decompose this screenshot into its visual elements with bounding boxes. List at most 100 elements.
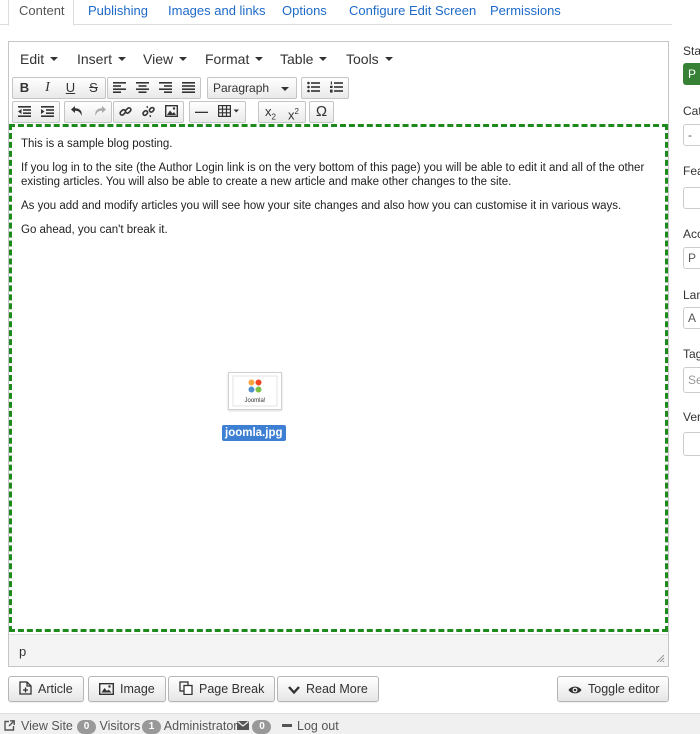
eye-icon [568, 686, 582, 694]
align-left-button[interactable] [108, 78, 131, 98]
toolbar-row-2: — x2 x2 Ω [9, 101, 668, 125]
joomla-image-thumbnail[interactable]: Joomla! [228, 372, 282, 410]
tab-publishing[interactable]: Publishing [88, 2, 148, 28]
horizontal-rule-button[interactable]: — [190, 102, 213, 122]
status-published-button[interactable]: P [683, 63, 700, 85]
featured-toggle[interactable] [683, 187, 700, 209]
bullet-list-button[interactable] [302, 78, 325, 98]
menu-format[interactable]: Format [205, 51, 264, 67]
tab-permissions[interactable]: Permissions [490, 2, 561, 28]
admin-label: Administrator [163, 719, 238, 733]
superscript-digit: 2 [294, 107, 299, 116]
logout-link[interactable]: Log out [282, 719, 339, 733]
administrator-counter: 1 Administrator [142, 719, 237, 734]
resize-grip-icon[interactable] [656, 654, 665, 663]
editor-menubar: Edit Insert View Format Table Tools [9, 42, 668, 76]
outdent-button[interactable] [13, 102, 36, 122]
subscript-digit: 2 [271, 112, 276, 122]
caret-down-icon [50, 57, 59, 61]
undo-icon [70, 106, 82, 116]
table-button[interactable] [213, 102, 245, 122]
menu-edit[interactable]: Edit [20, 51, 59, 67]
redo-icon [94, 106, 106, 116]
script-group: x2 x2 [258, 101, 306, 123]
article-button[interactable]: Article [8, 676, 84, 702]
numbered-list-button[interactable] [325, 78, 348, 98]
tab-options[interactable]: Options [282, 2, 327, 28]
format-select[interactable]: Paragraph [207, 77, 297, 99]
editor-content-area[interactable]: This is a sample blog posting. If you lo… [9, 124, 668, 632]
align-right-button[interactable] [154, 78, 177, 98]
content-paragraph: As you add and modify articles you will … [21, 200, 622, 212]
insert-group [113, 101, 184, 123]
chevron-down-icon [288, 686, 300, 695]
version-note-input[interactable] [683, 432, 700, 456]
tab-content[interactable]: Content [8, 0, 74, 26]
superscript-button[interactable]: x2 [282, 102, 305, 122]
insert-link-button[interactable] [114, 102, 137, 122]
version-note-label: Ver [683, 410, 700, 424]
visitors-counter: 0 Visitors [77, 719, 140, 734]
outdent-icon [18, 106, 31, 117]
read-more-button[interactable]: Read More [277, 676, 379, 702]
undo-button[interactable] [65, 102, 88, 122]
align-center-button[interactable] [131, 78, 154, 98]
element-path[interactable]: p [19, 644, 26, 659]
underline-button[interactable]: U [59, 78, 82, 98]
indent-button[interactable] [36, 102, 59, 122]
language-select[interactable]: A [683, 307, 700, 329]
tab-label: Configure Edit Screen [349, 3, 477, 18]
toggle-editor-button[interactable]: Toggle editor [557, 676, 669, 702]
category-value: - [688, 128, 692, 142]
tab-configure-edit-screen[interactable]: Configure Edit Screen [349, 2, 476, 28]
align-center-icon [136, 82, 149, 93]
menu-label: View [143, 51, 174, 67]
toggle-editor-button-label: Toggle editor [588, 682, 660, 696]
insert-image-button[interactable] [160, 102, 183, 122]
special-char-group: Ω [309, 101, 334, 123]
tags-input[interactable]: Se [683, 367, 700, 393]
messages-link[interactable]: 0 [237, 719, 272, 734]
page-break-button[interactable]: Page Break [168, 676, 276, 702]
page-break-button-label: Page Break [199, 682, 265, 696]
admin-count-badge: 1 [142, 720, 161, 734]
menu-label: Tools [346, 51, 379, 67]
menu-tools[interactable]: Tools [346, 51, 393, 67]
tab-label: Content [19, 3, 65, 18]
category-select[interactable]: - [683, 124, 700, 146]
visitors-count-badge: 0 [77, 720, 96, 734]
align-justify-button[interactable] [177, 78, 200, 98]
alignment-group [107, 77, 201, 99]
tab-bar: Content Publishing Images and links Opti… [0, 0, 672, 28]
content-paragraph: If you log in to the site (the Author Lo… [21, 162, 645, 188]
bold-button[interactable]: B [13, 78, 36, 98]
envelope-icon [237, 721, 249, 730]
caret-down-icon [118, 57, 127, 61]
strikethrough-button[interactable]: S [82, 78, 105, 98]
indent-icon [41, 106, 54, 117]
italic-button[interactable]: I [36, 78, 59, 98]
table-icon [218, 105, 239, 117]
tab-images-and-links[interactable]: Images and links [168, 2, 266, 28]
tags-label: Tag [683, 347, 700, 361]
rich-text-editor: Edit Insert View Format Table Tools B I … [8, 41, 669, 667]
image-button[interactable]: Image [88, 676, 166, 702]
access-select[interactable]: P [683, 247, 700, 269]
remove-link-button[interactable] [137, 102, 160, 122]
menu-insert[interactable]: Insert [77, 51, 127, 67]
view-site-link[interactable]: View Site [4, 719, 73, 733]
bullet-list-icon [307, 81, 320, 93]
language-value: A [688, 311, 697, 325]
special-character-button[interactable]: Ω [310, 102, 333, 122]
caret-down-icon [281, 87, 289, 91]
redo-button[interactable] [88, 102, 111, 122]
image-filename-label[interactable]: joomla.jpg [222, 425, 286, 441]
status-label: Sta [683, 44, 700, 58]
logout-label: Log out [297, 719, 339, 733]
subscript-button[interactable]: x2 [259, 102, 282, 122]
image-icon [165, 105, 178, 117]
content-paragraph: Go ahead, you can't break it. [21, 224, 168, 236]
menu-table[interactable]: Table [280, 51, 328, 67]
list-group [301, 77, 349, 99]
menu-view[interactable]: View [143, 51, 188, 67]
